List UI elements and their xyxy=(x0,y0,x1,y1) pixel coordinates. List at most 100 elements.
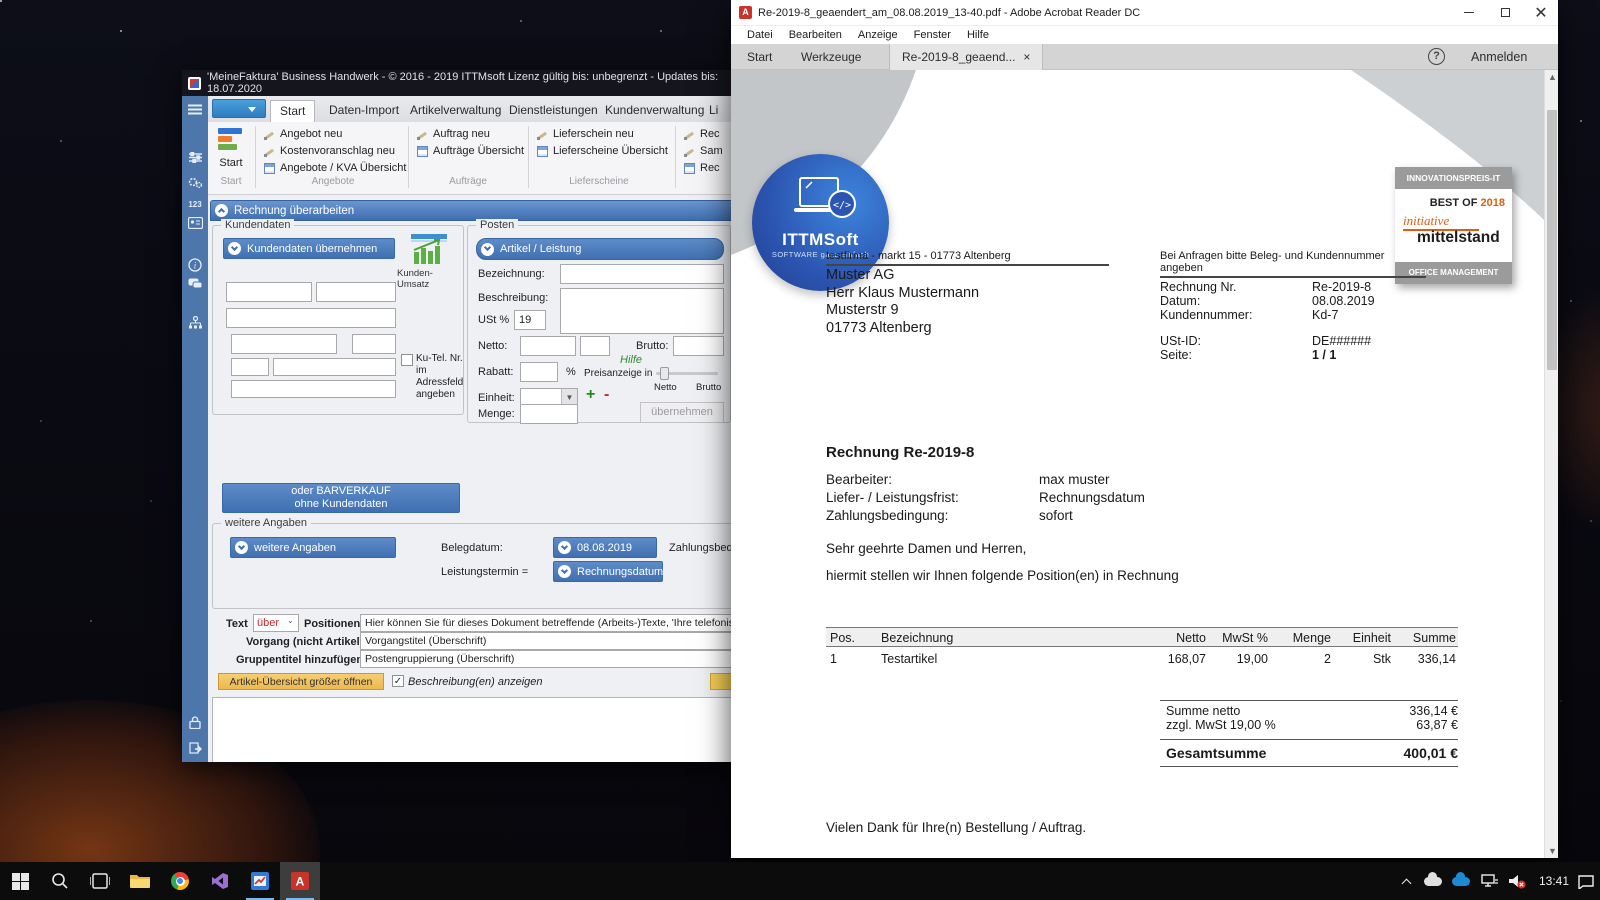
ribbon-angebot-neu[interactable]: Angebot neu xyxy=(264,128,342,140)
ribbon-lieferschein-neu[interactable]: Lieferschein neu xyxy=(537,128,634,140)
tab-artikelverwaltung[interactable]: Artikelverwaltung xyxy=(401,100,510,122)
onedrive-personal-icon[interactable] xyxy=(1420,862,1446,900)
ribbon-angebote-uebersicht[interactable]: Angebote / KVA Übersicht xyxy=(264,162,406,174)
minimize-button[interactable] xyxy=(1452,0,1486,25)
visual-studio-icon[interactable] xyxy=(200,862,240,900)
gruppentitel-input[interactable] xyxy=(360,650,740,668)
hamburger-icon[interactable] xyxy=(182,102,208,120)
gears-icon[interactable] xyxy=(182,176,208,194)
kundendaten-uebernehmen-button[interactable]: Kundendaten übernehmen xyxy=(223,238,395,259)
help-icon[interactable]: ? xyxy=(1428,48,1445,65)
tab-close-icon[interactable]: × xyxy=(1023,50,1030,64)
maximize-button[interactable] xyxy=(1488,0,1522,25)
kunde-field-8[interactable] xyxy=(231,380,396,398)
brutto-input[interactable] xyxy=(673,336,724,356)
tray-chevron-icon[interactable] xyxy=(1396,862,1416,900)
acrobat-titlebar[interactable]: A Re-2019-8_geaendert_am_08.08.2019_13-4… xyxy=(731,0,1558,26)
scroll-up-icon[interactable]: ▲ xyxy=(1548,73,1557,82)
chat-icon[interactable] xyxy=(182,278,208,296)
add-position-button[interactable]: + xyxy=(586,386,595,404)
kunden-umsatz-icon[interactable] xyxy=(409,234,449,271)
scrollbar[interactable]: ▲ ▼ xyxy=(1544,70,1558,858)
acrobat-taskbar-icon[interactable]: A xyxy=(280,862,320,900)
anmelden-button[interactable]: Anmelden xyxy=(1459,44,1539,70)
acrobat-tab-document[interactable]: Re-2019-8_geaend... × xyxy=(889,44,1044,70)
meinefaktura-titlebar[interactable]: 'MeineFaktura' Business Handwerk - © 201… xyxy=(182,70,742,96)
ribbon-auftraege-uebersicht[interactable]: Aufträge Übersicht xyxy=(417,145,524,157)
ribbon-start-button[interactable]: Start xyxy=(214,128,248,174)
network-icon[interactable] xyxy=(1476,862,1502,900)
chrome-icon[interactable] xyxy=(160,862,200,900)
lock-icon[interactable] xyxy=(182,716,208,734)
artikel-leistung-button[interactable]: Artikel / Leistung xyxy=(476,238,724,260)
menu-bearbeiten[interactable]: Bearbeiten xyxy=(781,29,850,41)
menge-input[interactable] xyxy=(520,404,578,424)
rabatt-input[interactable] xyxy=(520,362,558,382)
id-card-icon[interactable] xyxy=(182,216,208,234)
menu-datei[interactable]: Datei xyxy=(739,29,781,41)
ribbon-cut-item-1[interactable]: Rec xyxy=(684,128,720,140)
kutel-checkbox[interactable] xyxy=(401,354,413,366)
beschreibung-anzeigen-checkbox[interactable]: ✓ xyxy=(392,675,404,687)
ribbon-lieferscheine-uebersicht[interactable]: Lieferscheine Übersicht xyxy=(537,145,668,157)
artikel-uebersicht-button[interactable]: Artikel-Übersicht größer öffnen xyxy=(218,673,384,690)
positions-list[interactable] xyxy=(212,697,740,762)
menu-fenster[interactable]: Fenster xyxy=(906,29,959,41)
menu-anzeige[interactable]: Anzeige xyxy=(850,29,906,41)
numbers-123-icon[interactable]: 123 xyxy=(182,200,208,210)
bezeichnung-input[interactable] xyxy=(560,264,724,284)
ribbon-cut-item-2[interactable]: Sam xyxy=(684,145,723,157)
tab-start[interactable]: Start xyxy=(270,100,316,122)
kunde-field-1[interactable] xyxy=(226,282,312,302)
menu-hilfe[interactable]: Hilfe xyxy=(959,29,997,41)
beschreibung-input[interactable] xyxy=(560,288,724,334)
acrobat-tab-start[interactable]: Start xyxy=(735,44,784,70)
clock[interactable]: 13:41 xyxy=(1536,862,1572,900)
scroll-down-icon[interactable]: ▼ xyxy=(1548,847,1557,856)
kunde-field-7[interactable] xyxy=(273,358,396,376)
barverkauf-button[interactable]: oder BARVERKAUF ohne Kundendaten xyxy=(222,483,460,513)
sitemap-icon[interactable] xyxy=(182,315,208,334)
onedrive-icon[interactable] xyxy=(1448,862,1474,900)
kunde-field-4[interactable] xyxy=(231,334,337,354)
tab-kundenverwaltung[interactable]: Kundenverwaltung xyxy=(596,100,713,122)
task-view-icon[interactable] xyxy=(80,862,120,900)
leistungstermin-button[interactable]: Rechnungsdatum xyxy=(553,561,663,582)
kunde-field-2[interactable] xyxy=(316,282,396,302)
action-center-icon[interactable] xyxy=(1574,862,1598,900)
ust-input[interactable] xyxy=(514,310,546,330)
file-explorer-icon[interactable] xyxy=(120,862,160,900)
export-doc-icon[interactable] xyxy=(182,742,208,760)
kunde-field-6[interactable] xyxy=(231,358,269,376)
remove-position-button[interactable]: - xyxy=(604,386,609,404)
acrobat-tab-werkzeuge[interactable]: Werkzeuge xyxy=(789,44,873,70)
positionen-input[interactable] xyxy=(360,614,740,632)
start-button[interactable] xyxy=(0,862,40,900)
close-button[interactable]: ✕ xyxy=(1524,0,1558,25)
table-row: 1 Testartikel 168,07 19,00 2 Stk 336,14 xyxy=(830,652,1456,666)
weitere-angaben-button[interactable]: weitere Angaben xyxy=(230,537,396,558)
scrollbar-thumb[interactable] xyxy=(1547,110,1557,370)
info-icon[interactable]: i xyxy=(182,258,208,277)
netto-input-2[interactable] xyxy=(580,336,610,356)
ribbon-cut-item-3[interactable]: Rec xyxy=(684,162,720,174)
belegdatum-button[interactable]: 08.08.2019 xyxy=(553,537,657,558)
rechnung-ueberarbeiten-header[interactable]: Rechnung überarbeiten xyxy=(210,200,740,221)
kunde-field-3[interactable] xyxy=(226,308,396,328)
volume-muted-icon[interactable] xyxy=(1504,862,1530,900)
preisanzeige-slider[interactable] xyxy=(656,367,718,380)
meinefaktura-taskbar-icon[interactable] xyxy=(240,862,280,900)
file-menu-button[interactable] xyxy=(212,99,266,118)
search-icon[interactable] xyxy=(40,862,80,900)
kunde-field-5[interactable] xyxy=(352,334,396,354)
sliders-icon[interactable] xyxy=(182,150,208,168)
hilfe-link[interactable]: Hilfe xyxy=(620,354,642,366)
tab-dienstleistungen[interactable]: Dienstleistungen xyxy=(500,100,607,122)
ribbon-kostenvoranschlag-neu[interactable]: Kostenvoranschlag neu xyxy=(264,145,395,157)
ribbon-auftrag-neu[interactable]: Auftrag neu xyxy=(417,128,490,140)
tab-daten-import[interactable]: Daten-Import xyxy=(320,100,408,122)
netto-input[interactable] xyxy=(520,336,576,356)
uebernehmen-button[interactable]: übernehmen xyxy=(640,402,724,423)
tab-cut[interactable]: Li xyxy=(700,100,727,122)
vorgang-input[interactable] xyxy=(360,632,740,650)
